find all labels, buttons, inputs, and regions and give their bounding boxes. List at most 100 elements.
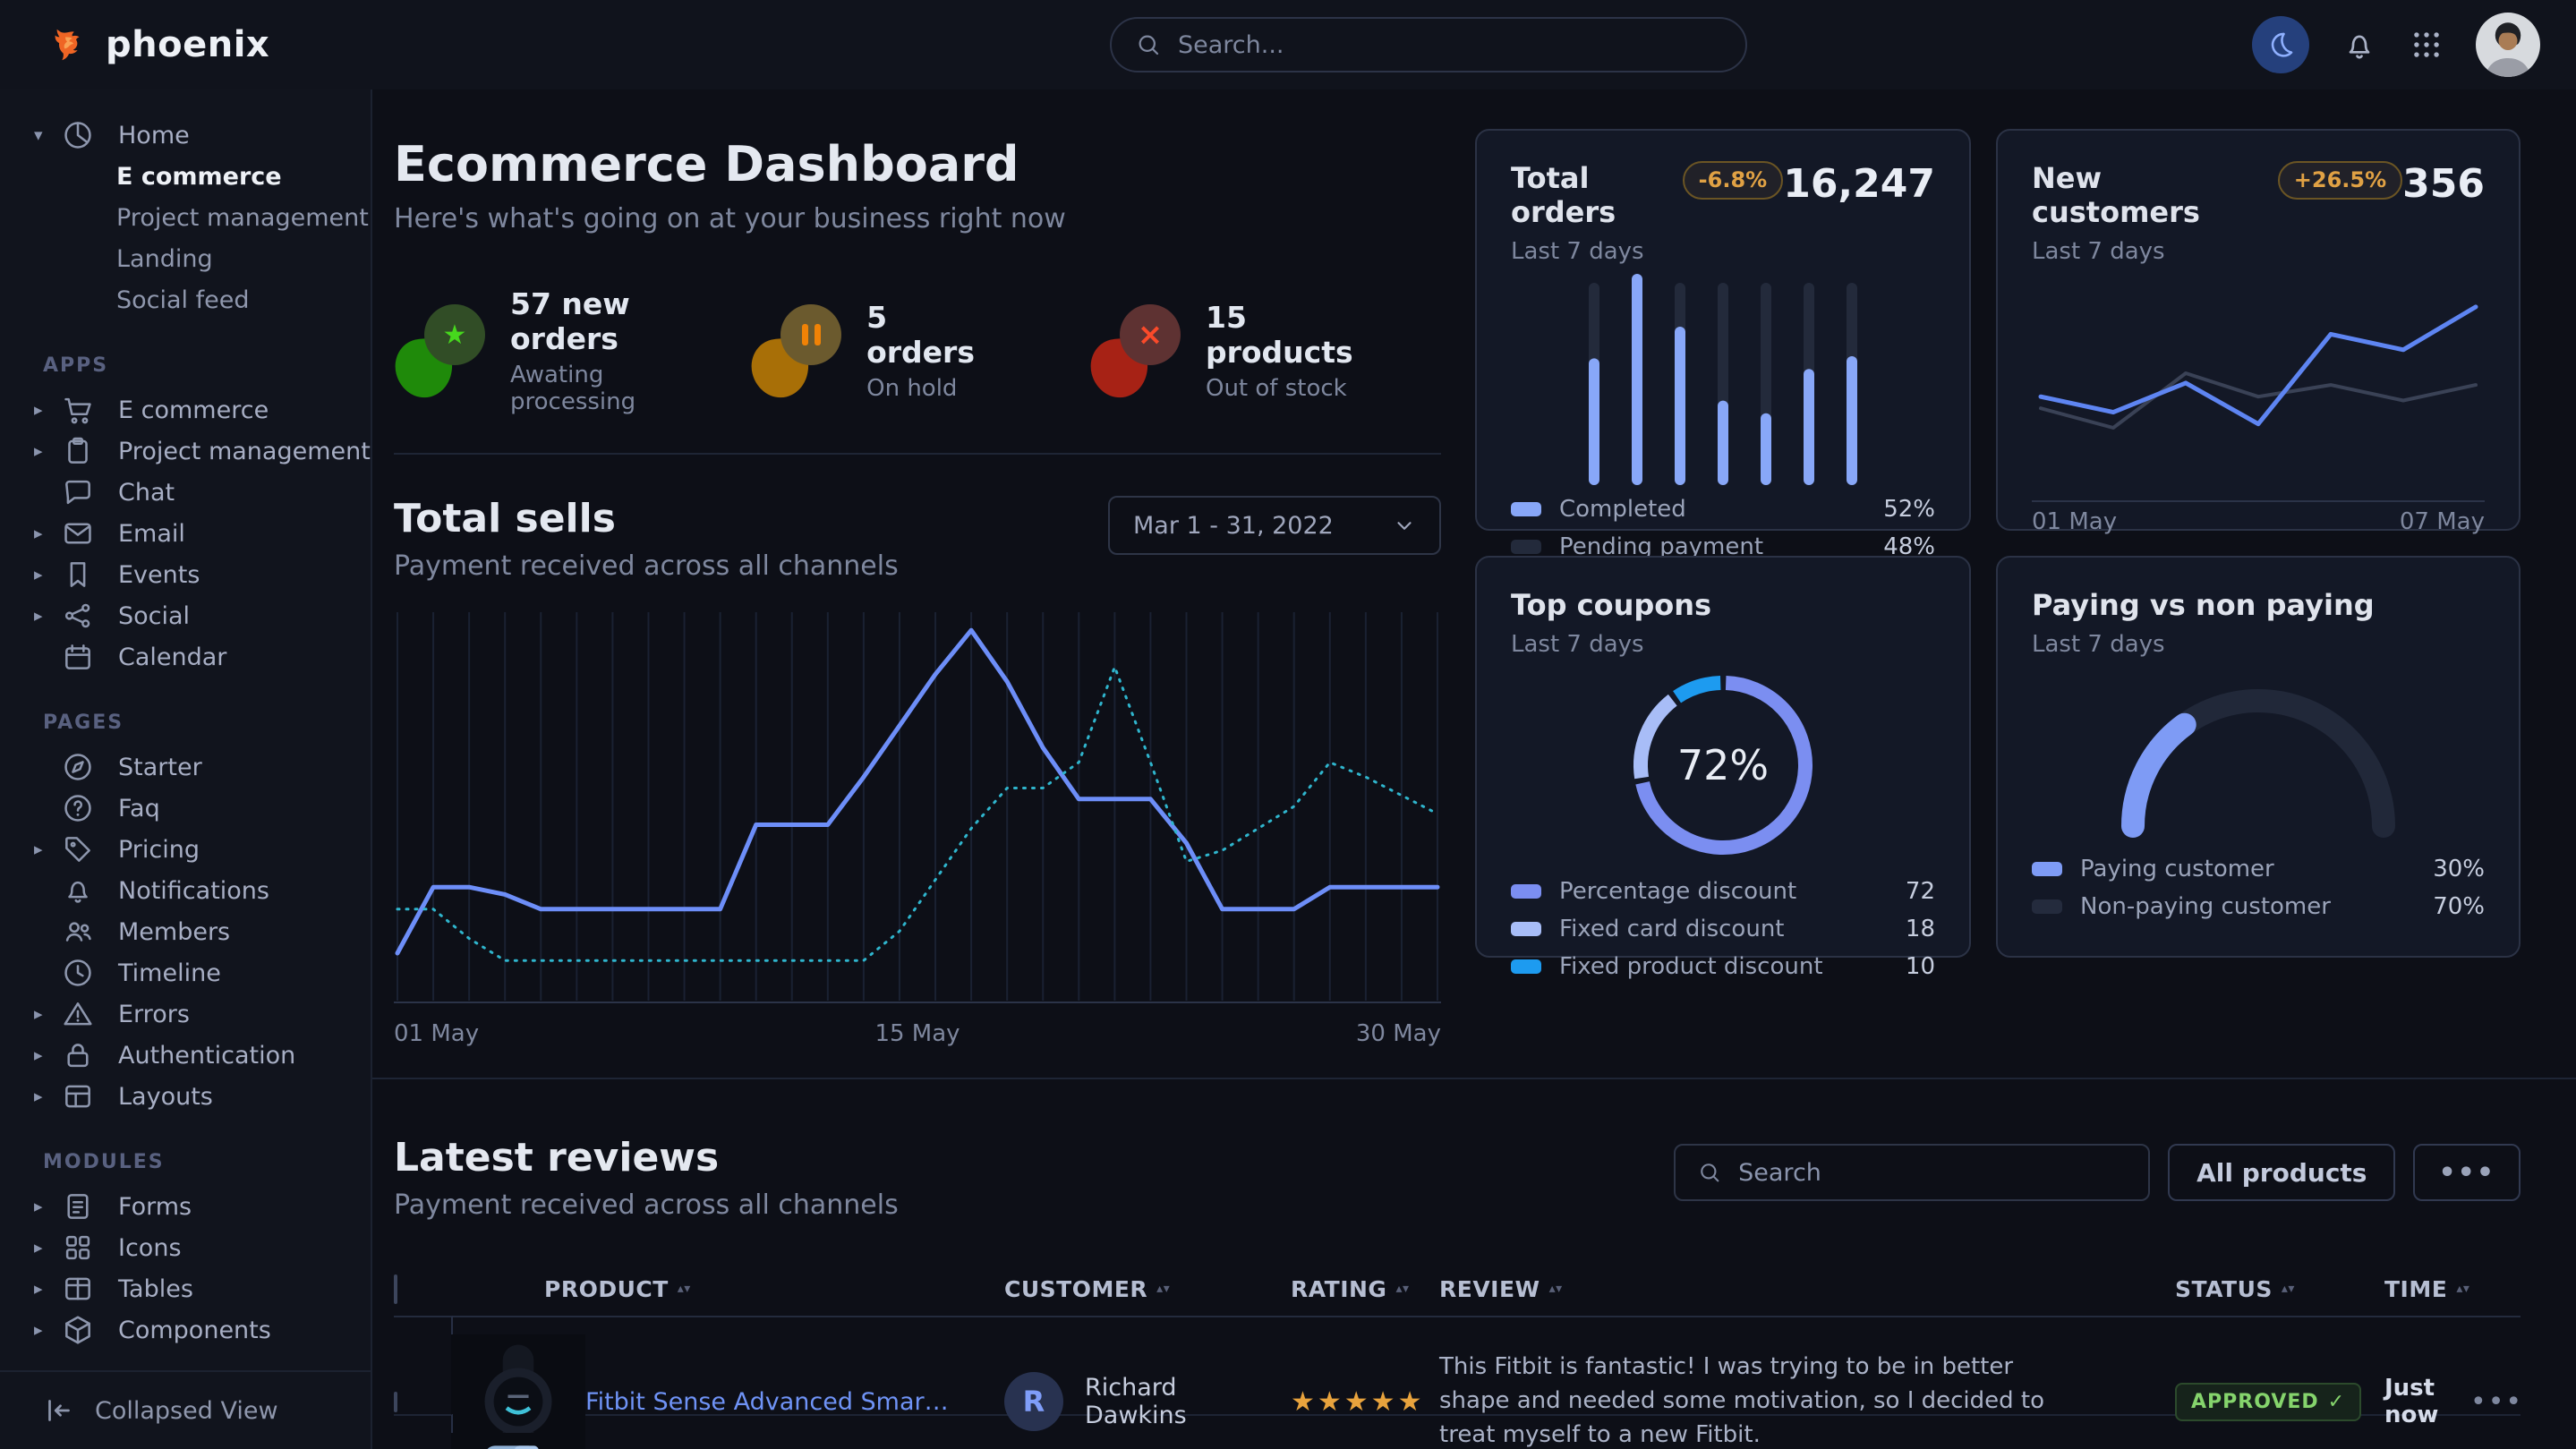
sidebar-item-timeline[interactable]: Timeline (0, 952, 371, 993)
sidebar: ▾HomeE commerceProject managementLanding… (0, 89, 372, 1449)
select-all-checkbox[interactable] (394, 1274, 397, 1304)
sidebar-nav: ▾HomeE commerceProject managementLanding… (0, 89, 371, 1370)
sidebar-item-label: Members (118, 918, 230, 946)
search-icon (1697, 1160, 1722, 1185)
sidebar-item-label: Errors (118, 1001, 190, 1028)
column-header-status[interactable]: STATUS▴▾ (2103, 1276, 2345, 1302)
sidebar-item-layouts[interactable]: ▸Layouts (0, 1076, 371, 1117)
pie-icon (61, 118, 95, 152)
reviews-search[interactable] (1674, 1144, 2150, 1201)
legend-swatch (2032, 862, 2062, 876)
new-customers-card: New customers +26.5% 356 Last 7 days 01 … (1996, 129, 2521, 531)
sidebar-item-starter[interactable]: Starter (0, 746, 371, 788)
row-checkbox[interactable] (394, 1392, 397, 1412)
apps-grid-button[interactable] (2410, 28, 2444, 62)
calendar-icon (61, 640, 95, 674)
theme-toggle-button[interactable] (2252, 16, 2309, 73)
share-icon (61, 599, 95, 633)
new-customers-badge: +26.5% (2278, 161, 2402, 200)
reviews-more-button[interactable]: ••• (2413, 1144, 2521, 1201)
sidebar-item-social[interactable]: ▸Social (0, 595, 371, 636)
pause-icon-glyph (780, 304, 841, 365)
navbar-search[interactable] (1110, 17, 1747, 72)
stat-danger: ×15 productsOut of stock (1089, 286, 1353, 415)
caret-right-icon: ▸ (34, 1004, 61, 1024)
sidebar-item-e-commerce[interactable]: ▸E commerce (0, 389, 371, 430)
sidebar-item-home[interactable]: ▾Home (0, 115, 371, 156)
sidebar-section-apps: APPS (43, 354, 371, 377)
sidebar-item-project-management[interactable]: ▸Project management (0, 430, 371, 472)
sidebar-item-components[interactable]: ▸Components (0, 1309, 371, 1351)
sidebar-subitem-e-commerce[interactable]: E commerce (0, 156, 371, 197)
sidebar-item-errors[interactable]: ▸ Errors (0, 993, 371, 1035)
stat-value: 15 products (1206, 300, 1353, 370)
collapse-icon (43, 1394, 75, 1427)
column-header-time[interactable]: TIME▴▾ (2345, 1276, 2470, 1302)
sidebar-item-forms[interactable]: ▸Forms (0, 1186, 371, 1227)
sidebar-item-tables[interactable]: ▸Tables (0, 1268, 371, 1309)
column-header-review[interactable]: REVIEW▴▾ (1423, 1276, 2103, 1302)
legend-label: Completed (1559, 496, 1686, 523)
legend-value: 30% (2433, 856, 2485, 882)
sidebar-subitem-social-feed[interactable]: Social feed (0, 279, 371, 320)
nc-label-start: 01 May (2032, 508, 2117, 535)
sidebar-item-chat[interactable]: Chat (0, 472, 371, 513)
paying-subtitle: Last 7 days (2032, 631, 2485, 658)
notifications-button[interactable] (2341, 27, 2377, 63)
row-menu-button[interactable]: ••• (2470, 1386, 2529, 1418)
brand[interactable]: phoenix (48, 0, 269, 89)
product-link[interactable]: Fitbit Sense Advanced Smartwatch with To… (585, 1388, 976, 1416)
total-orders-card: Total orders -6.8% 16,247 Last 7 days Co… (1475, 129, 1971, 531)
navbar-search-input[interactable] (1178, 31, 1722, 59)
sidebar-item-pricing[interactable]: ▸Pricing (0, 829, 371, 870)
stat-success: ★57 new ordersAwating processing (394, 286, 635, 415)
user-avatar[interactable] (2476, 13, 2540, 77)
question-icon (61, 791, 95, 825)
legend-value: 52% (1883, 496, 1935, 523)
star-icon: ★ (394, 304, 487, 397)
reviews-table-header: PRODUCT▴▾CUSTOMER▴▾RATING▴▾REVIEW▴▾STATU… (394, 1262, 2521, 1317)
caret-down-icon: ▾ (34, 125, 61, 145)
sidebar-item-label: Calendar (118, 644, 226, 671)
users-icon (61, 915, 95, 949)
sidebar-item-notifications[interactable]: Notifications (0, 870, 371, 911)
legend-value: 18 (1906, 916, 1935, 942)
brand-name: phoenix (106, 24, 269, 65)
collapsed-view-label: Collapsed View (95, 1397, 278, 1425)
sidebar-item-label: Tables (118, 1275, 193, 1303)
all-products-button[interactable]: All products (2168, 1144, 2395, 1201)
column-header-customer[interactable]: CUSTOMER▴▾ (976, 1276, 1271, 1302)
sidebar-item-events[interactable]: ▸Events (0, 554, 371, 595)
legend-swatch (2032, 899, 2062, 914)
reviews-search-input[interactable] (1738, 1159, 2127, 1187)
total-orders-value: 16,247 (1783, 161, 1935, 207)
date-range-select[interactable]: Mar 1 - 31, 2022 (1108, 496, 1441, 555)
grid-icon (2410, 28, 2444, 62)
sidebar-item-email[interactable]: ▸Email (0, 513, 371, 554)
orders-legend: Completed52%Pending payment48% (1511, 490, 1935, 566)
sidebar-item-members[interactable]: Members (0, 911, 371, 952)
product-thumbnail[interactable] (451, 1414, 585, 1449)
coupons-legend-percentage-discount: Percentage discount72 (1511, 873, 1935, 910)
stat-warning: 5 ordersOn hold (750, 286, 975, 415)
page-title: Ecommerce Dashboard (394, 136, 1441, 192)
total-sells-subtitle: Payment received across all channels (394, 550, 899, 582)
customer-cell: RRichard Dawkins (976, 1372, 1271, 1431)
sidebar-item-faq[interactable]: Faq (0, 788, 371, 829)
sidebar-item-authentication[interactable]: ▸Authentication (0, 1035, 371, 1076)
sidebar-subitem-landing[interactable]: Landing (0, 238, 371, 279)
sidebar-item-calendar[interactable]: Calendar (0, 636, 371, 678)
column-header-rating[interactable]: RATING▴▾ (1271, 1276, 1423, 1302)
top-coupons-subtitle: Last 7 days (1511, 631, 1935, 658)
customer-avatar-initial: R (1004, 1372, 1063, 1431)
x-icon: × (1089, 304, 1182, 397)
app: phoenix (0, 0, 2576, 1449)
column-header-product[interactable]: PRODUCT▴▾ (451, 1276, 976, 1302)
page-subtitle: Here's what's going on at your business … (394, 203, 1441, 234)
sidebar-subitem-project-management[interactable]: Project management (0, 197, 371, 238)
sidebar-item-icons[interactable]: ▸Icons (0, 1227, 371, 1268)
moon-icon (2265, 30, 2296, 60)
legend-value: 70% (2433, 893, 2485, 920)
icons-icon (61, 1231, 95, 1265)
collapsed-view-toggle[interactable]: Collapsed View (0, 1370, 371, 1449)
